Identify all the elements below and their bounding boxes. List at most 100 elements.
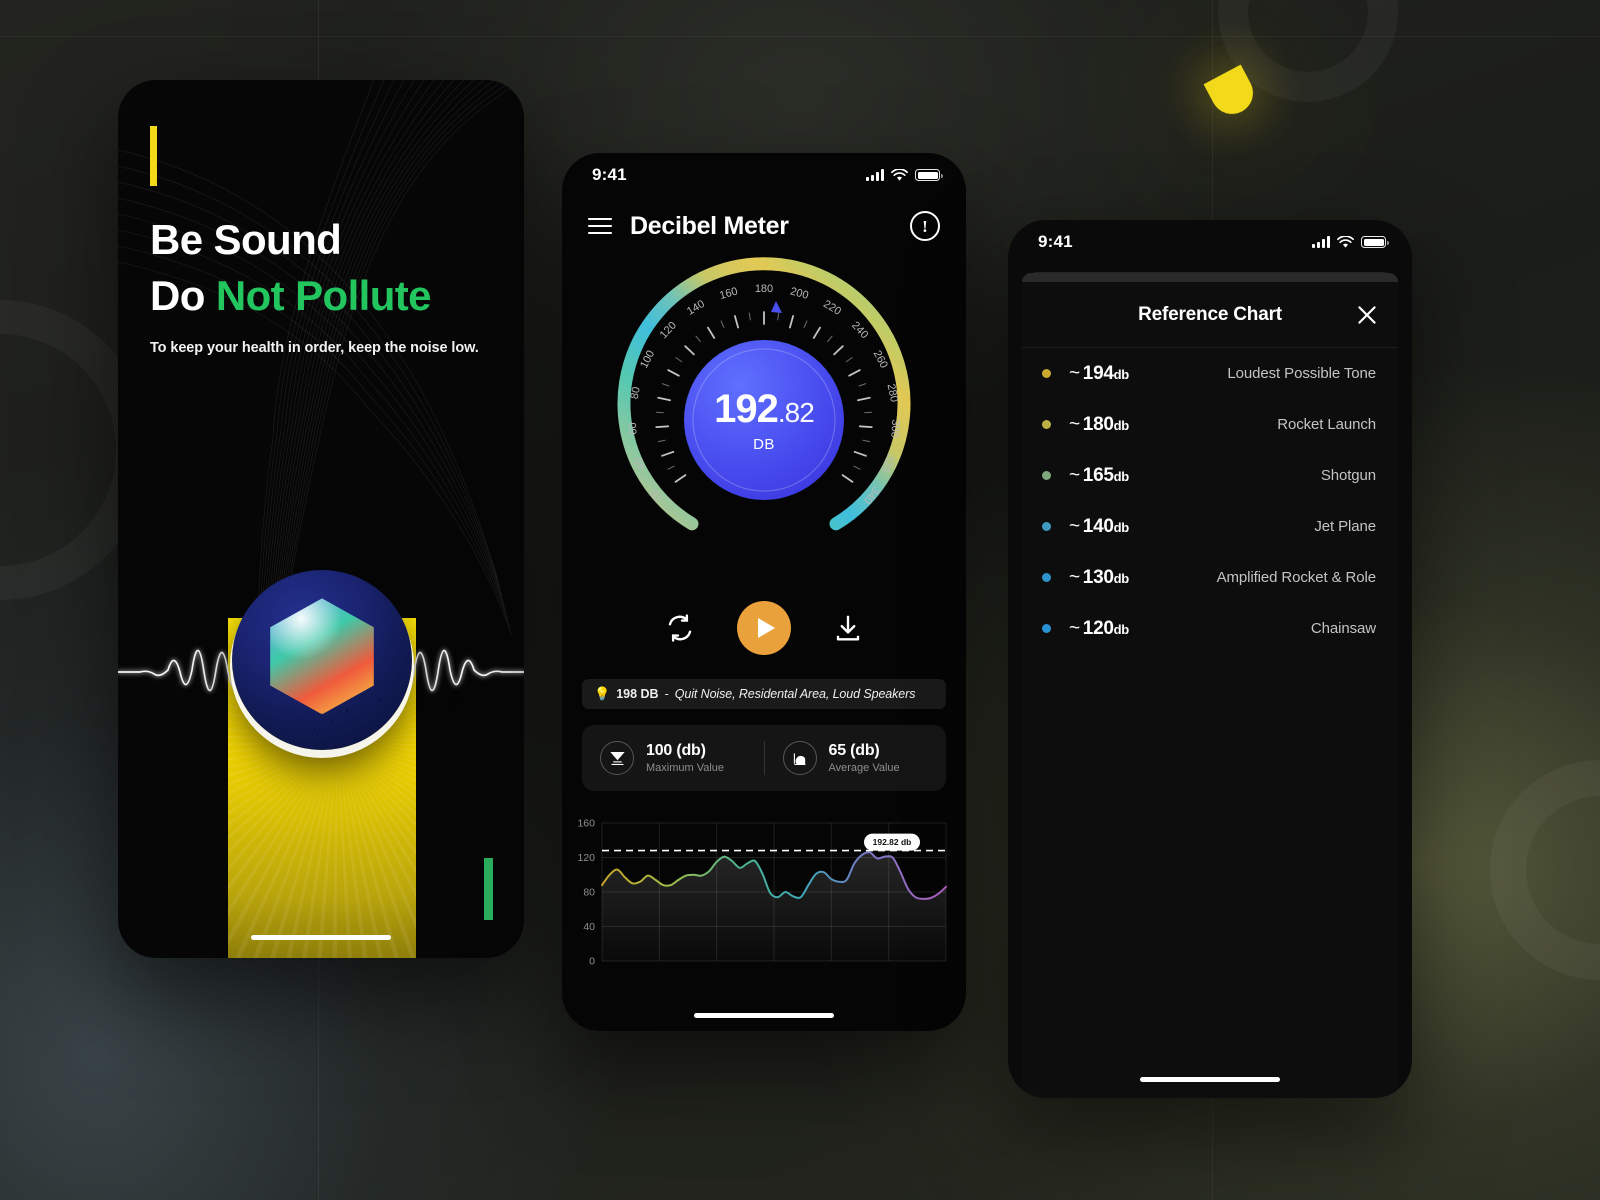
reference-source-name: Jet Plane — [1314, 518, 1376, 535]
home-indicator — [1140, 1077, 1280, 1082]
close-icon[interactable] — [1354, 302, 1380, 328]
reference-db-number: 180 — [1082, 413, 1114, 435]
reference-row[interactable]: ~165db Shotgun — [1022, 450, 1398, 501]
gradient-sphere-graphic — [232, 570, 412, 750]
wifi-icon — [891, 168, 908, 181]
gauge-tick-label: 80 — [629, 386, 643, 400]
wifi-icon — [1337, 235, 1354, 248]
stat-maximum: 100 (db) Maximum Value — [582, 741, 764, 775]
avg-meter-icon — [782, 741, 817, 775]
gauge-dial — [684, 340, 844, 500]
status-bar: 9:41 — [562, 153, 966, 197]
gauge-tick-label: 280 — [885, 383, 901, 403]
bg-ring-right — [1490, 760, 1600, 980]
chart-y-axis-labels: 0 40 80 120 160 — [577, 818, 595, 968]
reference-row[interactable]: ~194db Loudest Possible Tone — [1022, 348, 1398, 399]
chart-tooltip: 192.82 db — [864, 833, 920, 851]
cellular-signal-icon — [1312, 236, 1330, 248]
reference-db-value: ~140db — [1069, 516, 1129, 538]
status-time: 9:41 — [592, 165, 627, 184]
sheet-header: Reference Chart — [1022, 282, 1398, 348]
play-icon — [757, 618, 775, 638]
hamburger-menu-icon[interactable] — [588, 218, 612, 234]
chart-y-label: 80 — [583, 887, 595, 899]
reference-tilde: ~ — [1069, 413, 1080, 435]
reference-level-dot — [1042, 420, 1051, 429]
chart-y-label: 160 — [577, 818, 595, 830]
stat-avg-value: 65 (db) — [828, 742, 880, 759]
gauge-tick-label: 180 — [755, 283, 773, 295]
sheet-title: Reference Chart — [1138, 303, 1282, 325]
battery-icon — [1361, 236, 1389, 248]
stats-card: 100 (db) Maximum Value 65 (db) Average V… — [582, 725, 946, 791]
max-meter-icon — [600, 741, 634, 775]
hint-separator: - — [664, 687, 669, 701]
chart-tooltip-text: 192.82 db — [873, 837, 912, 847]
reference-row[interactable]: ~180db Rocket Launch — [1022, 399, 1398, 450]
gauge-tick-label: 300 — [888, 419, 901, 438]
download-icon[interactable] — [833, 613, 863, 643]
status-time: 9:41 — [1038, 232, 1073, 251]
headline-line-1: Be Sound — [150, 216, 342, 263]
home-indicator — [251, 935, 391, 940]
reference-list: ~194db Loudest Possible Tone ~180db Rocket … — [1022, 348, 1398, 654]
reference-db-value: ~130db — [1069, 567, 1129, 589]
reference-row[interactable]: ~120db Chainsaw — [1022, 603, 1398, 654]
reference-level-dot — [1042, 471, 1051, 480]
gauge-svg: 20406080100120140160 180 20022024026028030… — [617, 257, 911, 531]
reference-source-name: Chainsaw — [1310, 620, 1376, 637]
decibel-gauge: 20 40 60 80 100 120 140 160 180 200 220 240 260 280 30… — [562, 255, 966, 585]
stat-max-label: Maximum Value — [646, 762, 725, 774]
reference-row[interactable]: ~130db Amplified Rocket & Role — [1022, 552, 1398, 603]
onboarding-phone: Be Sound Do Not Pollute To keep your hea… — [118, 80, 524, 958]
stat-avg-text: 65 (db) Average Value — [829, 742, 900, 774]
reference-db-unit: db — [1113, 570, 1130, 586]
gauge-needle — [771, 301, 782, 313]
reference-db-number: 140 — [1082, 515, 1114, 537]
status-icons — [866, 168, 943, 182]
reference-level-dot — [1042, 624, 1051, 633]
reference-db-value: ~165db — [1069, 465, 1129, 487]
stat-max-text: 100 (db) Maximum Value — [646, 742, 724, 774]
reference-db-unit: db — [1113, 366, 1130, 382]
chart-y-label: 0 — [589, 956, 595, 968]
hint-db-value: 198 DB — [616, 687, 659, 701]
reference-level-dot — [1042, 369, 1051, 378]
app-header: Decibel Meter ! — [562, 197, 966, 241]
onboarding-hero-text: Be Sound Do Not Pollute To keep your hea… — [150, 212, 479, 356]
sheet-grabber[interactable] — [1022, 273, 1398, 282]
reference-db-unit: db — [1113, 621, 1130, 637]
reference-tilde: ~ — [1069, 464, 1080, 486]
meter-controls — [562, 601, 966, 655]
battery-icon — [915, 169, 943, 181]
stat-max-value: 100 (db) — [646, 742, 706, 759]
reference-db-value: ~120db — [1069, 618, 1129, 640]
chart-y-label: 40 — [583, 921, 595, 933]
gauge-tick-label: 220 — [821, 298, 843, 318]
reference-tilde: ~ — [1069, 515, 1080, 537]
gauge-tick-label: 160 — [718, 285, 739, 301]
info-circle-icon[interactable]: ! — [910, 211, 940, 241]
status-icons — [1312, 235, 1389, 249]
status-bar: 9:41 — [1008, 220, 1412, 264]
reference-db-unit: db — [1113, 417, 1130, 433]
reference-source-name: Amplified Rocket & Role — [1216, 569, 1377, 586]
reset-icon[interactable] — [665, 613, 695, 643]
reference-row[interactable]: ~140db Jet Plane — [1022, 501, 1398, 552]
reference-level-dot — [1042, 522, 1051, 531]
reference-source-name: Rocket Launch — [1277, 416, 1376, 433]
onboarding-subtitle: To keep your health in order, keep the n… — [150, 339, 479, 356]
headline-line-2: Do Not Pollute — [150, 268, 479, 324]
gauge-tick-label: 200 — [789, 285, 810, 301]
reference-db-value: ~180db — [1069, 414, 1129, 436]
reference-tilde: ~ — [1069, 566, 1080, 588]
reference-source-name: Shotgun — [1320, 467, 1376, 484]
headline-white-part: Do — [150, 271, 216, 319]
play-button[interactable] — [737, 601, 791, 655]
reference-db-unit: db — [1113, 468, 1130, 484]
reference-source-name: Loudest Possible Tone — [1227, 365, 1376, 382]
reference-db-unit: db — [1113, 519, 1130, 535]
gauge-tick-label: 260 — [871, 349, 890, 371]
headline-green-part: Not Pollute — [215, 271, 432, 319]
stat-avg-label: Average Value — [828, 762, 900, 774]
